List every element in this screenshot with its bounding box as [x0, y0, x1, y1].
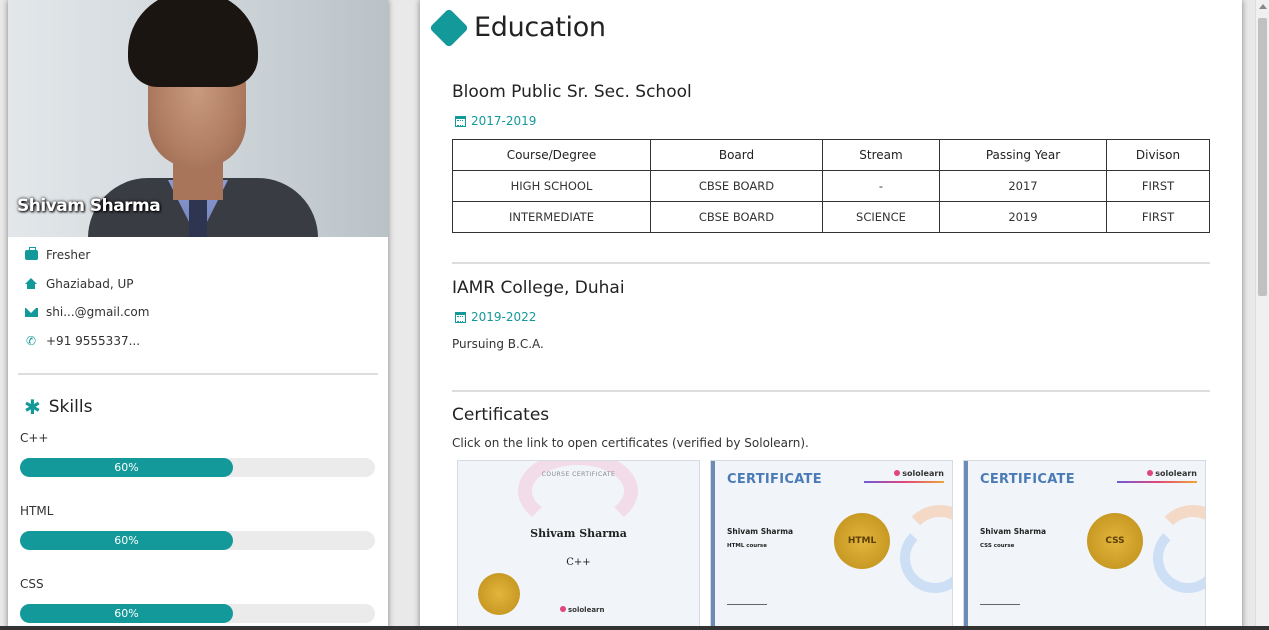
certificate-holder: Shivam Sharma	[727, 527, 794, 536]
education-table: Course/Degree Board Stream Passing Year …	[452, 139, 1210, 233]
divider	[18, 373, 378, 375]
table-cell: SCIENCE	[822, 201, 940, 233]
table-cell: 2017	[939, 170, 1107, 202]
education-title: Education	[474, 12, 606, 43]
table-cell: CBSE BOARD	[650, 201, 823, 233]
certificate-kind: CERTIFICATE	[980, 472, 1075, 487]
certificate-cpp[interactable]: COURSE CERTIFICATE Shivam Sharma C++ sol…	[457, 460, 700, 630]
skill-progress-fill: 60%	[20, 604, 233, 623]
certificate-course: C++	[566, 557, 591, 568]
scrollbar-thumb[interactable]	[1258, 18, 1267, 296]
seal-icon: HTML	[834, 513, 890, 569]
signature	[980, 595, 1020, 605]
certificates-title: Certificates	[452, 405, 550, 425]
skill-css: CSS 60%	[20, 574, 388, 623]
sololearn-logo: sololearn	[1147, 469, 1197, 478]
table-cell: CBSE BOARD	[650, 170, 823, 202]
skill-progress-bar: 60%	[20, 531, 375, 550]
certificates-list: COURSE CERTIFICATE Shivam Sharma C++ sol…	[457, 460, 1206, 630]
school-dates-text: 2017-2019	[471, 114, 537, 128]
profile-name: Shivam Sharma	[17, 196, 161, 216]
college-dates-text: 2019-2022	[471, 310, 537, 324]
certificates-description: Click on the link to open certificates (…	[452, 436, 809, 450]
divider	[452, 262, 1210, 264]
badge-icon	[436, 14, 462, 41]
certificate-css[interactable]: CERTIFICATE sololearn Shivam Sharma CSS …	[963, 460, 1206, 630]
profile-photo: Shivam Sharma	[8, 0, 388, 237]
status-row: Fresher	[24, 241, 388, 270]
skills-title: Skills	[48, 397, 93, 417]
phone-icon: ✆	[25, 333, 37, 348]
table-row: HIGH SCHOOL CBSE BOARD - 2017 FIRST	[452, 170, 1210, 202]
skill-progress-fill: 60%	[20, 458, 233, 477]
skill-progress-bar: 60%	[20, 458, 375, 477]
calendar-icon	[455, 115, 466, 127]
college-description: Pursuing B.C.A.	[452, 337, 544, 351]
calendar-icon	[455, 311, 466, 323]
school-dates: 2017-2019	[455, 114, 536, 128]
briefcase-icon	[24, 247, 38, 261]
skill-name: HTML	[20, 504, 54, 518]
sololearn-logo: sololearn	[560, 606, 605, 614]
page-scrollbar[interactable]	[1255, 0, 1269, 630]
skill-name: C++	[20, 431, 49, 445]
location-row: Ghaziabad, UP	[24, 270, 388, 299]
college-dates: 2019-2022	[455, 310, 536, 324]
divider	[452, 390, 1210, 392]
column-header: Divison	[1106, 139, 1210, 171]
sololearn-logo: sololearn	[894, 469, 944, 478]
column-header: Stream	[822, 139, 940, 171]
signature	[727, 595, 767, 605]
education-heading: Education	[436, 12, 606, 43]
college-name: IAMR College, Duhai	[452, 278, 625, 298]
table-row: INTERMEDIATE CBSE BOARD SCIENCE 2019 FIR…	[452, 201, 1210, 233]
skill-progress-bar: 60%	[20, 604, 375, 623]
skill-name: CSS	[20, 577, 44, 591]
certificate-course: CSS course	[980, 543, 1015, 549]
certificate-kind: COURSE CERTIFICATE	[541, 471, 616, 478]
status-text: Fresher	[46, 248, 91, 263]
table-cell: FIRST	[1106, 170, 1210, 202]
certificate-html[interactable]: CERTIFICATE sololearn Shivam Sharma HTML…	[710, 460, 953, 630]
seal-icon: CSS	[1087, 513, 1143, 569]
skill-html: HTML 60%	[20, 501, 388, 550]
asterisk-icon: ✱	[24, 395, 41, 419]
certificate-course: HTML course	[727, 543, 767, 549]
home-icon	[24, 277, 38, 290]
table-header-row: Course/Degree Board Stream Passing Year …	[452, 139, 1210, 171]
table-cell: FIRST	[1106, 201, 1210, 233]
table-cell: HIGH SCHOOL	[452, 170, 651, 202]
certificate-kind: CERTIFICATE	[727, 472, 822, 487]
email-text[interactable]: shi...@gmail.com	[46, 305, 149, 319]
phone-row[interactable]: ✆ +91 9555337...	[24, 327, 388, 356]
column-header: Passing Year	[939, 139, 1107, 171]
table-cell: 2019	[939, 201, 1107, 233]
certificate-holder: Shivam Sharma	[980, 527, 1047, 536]
contact-info-list: Fresher Ghaziabad, UP shi...@gmail.com ✆…	[8, 237, 388, 355]
taskbar-edge	[0, 626, 1269, 630]
email-row[interactable]: shi...@gmail.com	[24, 298, 388, 327]
school-name: Bloom Public Sr. Sec. School	[452, 82, 692, 102]
column-header: Board	[650, 139, 823, 171]
main-content-card: Education Bloom Public Sr. Sec. School 2…	[420, 0, 1242, 630]
skill-cpp: C++ 60%	[20, 428, 388, 477]
location-text: Ghaziabad, UP	[46, 276, 134, 291]
envelope-icon	[24, 306, 38, 318]
skills-heading: ✱ Skills	[24, 395, 388, 419]
column-header: Course/Degree	[452, 139, 651, 171]
table-cell: -	[822, 170, 940, 202]
table-cell: INTERMEDIATE	[452, 201, 651, 233]
certificate-holder: Shivam Sharma	[530, 527, 627, 540]
scroll-up-arrow-icon[interactable]	[1259, 4, 1267, 9]
phone-text[interactable]: +91 9555337...	[46, 334, 140, 348]
skill-progress-fill: 60%	[20, 531, 233, 550]
seal-icon	[478, 573, 520, 615]
profile-card: Shivam Sharma Fresher Ghaziabad, UP shi.…	[8, 0, 388, 630]
